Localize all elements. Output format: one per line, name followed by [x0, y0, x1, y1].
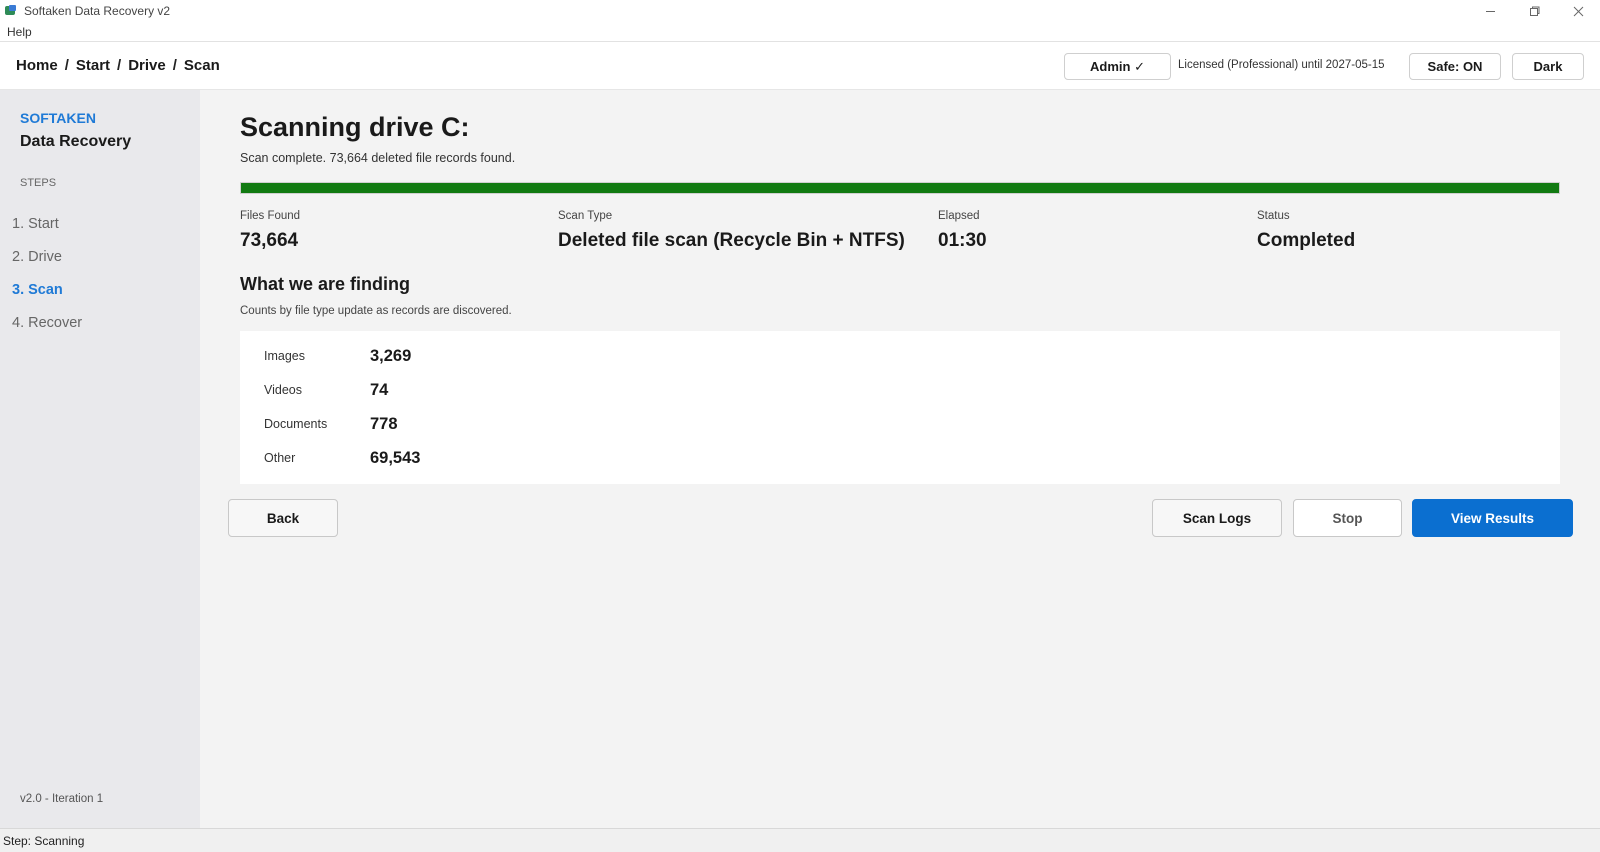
stat-status: Status Completed	[1257, 210, 1355, 252]
stat-value: Deleted file scan (Recycle Bin + NTFS)	[558, 230, 905, 251]
finding-title: What we are finding	[240, 274, 411, 294]
finding-row-other: Other 69,543	[264, 448, 420, 468]
brand-name: SOFTAKEN	[20, 110, 96, 126]
page-title: Scanning drive C:	[240, 112, 470, 142]
breadcrumb-start[interactable]: Start	[76, 57, 110, 74]
menu-help[interactable]: Help	[0, 25, 39, 39]
progress-fill	[241, 183, 1559, 193]
app-icon	[5, 5, 17, 17]
finding-row-images: Images 3,269	[264, 346, 411, 366]
scan-progress-bar	[240, 182, 1560, 194]
license-text: Licensed (Professional) until 2027-05-15	[1178, 59, 1385, 71]
status-bar: Step: Scanning	[0, 828, 1600, 852]
stat-label: Status	[1257, 210, 1290, 222]
page-subtitle: Scan complete. 73,664 deleted file recor…	[240, 151, 516, 165]
breadcrumb-separator: /	[172, 57, 177, 74]
stat-scan-type: Scan Type Deleted file scan (Recycle Bin…	[558, 210, 905, 252]
brand-product: Data Recovery	[20, 133, 132, 150]
breadcrumb-home[interactable]: Home	[16, 57, 58, 74]
breadcrumb-scan[interactable]: Scan	[184, 57, 220, 74]
finding-row-videos: Videos 74	[264, 380, 388, 400]
status-text: Step: Scanning	[3, 833, 85, 848]
step-recover[interactable]: 4. Recover	[12, 315, 82, 331]
stat-label: Scan Type	[558, 210, 613, 222]
finding-label: Documents	[264, 417, 328, 431]
finding-label: Images	[264, 349, 305, 363]
stat-value: Completed	[1257, 230, 1356, 251]
finding-value: 3,269	[370, 346, 412, 365]
close-icon[interactable]	[1556, 0, 1600, 22]
breadcrumb-drive[interactable]: Drive	[128, 57, 166, 74]
step-scan[interactable]: 3. Scan	[12, 282, 63, 298]
maximize-icon[interactable]	[1512, 0, 1556, 22]
window-controls	[1468, 0, 1600, 22]
breadcrumb: Home / Start / Drive / Scan	[16, 57, 220, 74]
admin-button[interactable]: Admin ✓	[1064, 53, 1171, 80]
window-title: Softaken Data Recovery v2	[24, 4, 171, 18]
finding-label: Videos	[264, 383, 302, 397]
stat-files-found: Files Found 73,664	[240, 210, 300, 252]
stat-value: 01:30	[938, 230, 987, 251]
breadcrumb-separator: /	[117, 57, 122, 74]
minimize-icon[interactable]	[1468, 0, 1512, 22]
stop-button[interactable]: Stop	[1293, 499, 1402, 537]
finding-value: 74	[370, 380, 389, 399]
stat-value: 73,664	[240, 230, 299, 251]
steps-heading: STEPS	[20, 177, 57, 189]
stat-label: Files Found	[240, 210, 301, 222]
title-bar: Softaken Data Recovery v2	[0, 0, 1600, 22]
stat-elapsed: Elapsed 01:30	[938, 210, 987, 252]
theme-toggle-button[interactable]: Dark	[1512, 53, 1584, 80]
finding-card: Images 3,269 Videos 74 Documents 778 Oth…	[240, 331, 1560, 484]
finding-row-documents: Documents 778	[264, 414, 398, 434]
step-drive[interactable]: 2. Drive	[12, 249, 62, 265]
finding-label: Other	[264, 451, 296, 465]
main-content: Scanning drive C: Scan complete. 73,664 …	[200, 90, 1600, 828]
scan-logs-button[interactable]: Scan Logs	[1152, 499, 1282, 537]
stat-label: Elapsed	[938, 210, 980, 222]
version-label: v2.0 - Iteration 1	[20, 793, 104, 805]
safe-mode-button[interactable]: Safe: ON	[1409, 53, 1501, 80]
finding-value: 778	[370, 414, 398, 433]
finding-value: 69,543	[370, 448, 421, 467]
step-start[interactable]: 1. Start	[12, 216, 59, 232]
sidebar: SOFTAKEN Data Recovery STEPS 1. Start 2.…	[0, 90, 200, 828]
menu-bar: Help	[0, 22, 1600, 42]
header: Home / Start / Drive / Scan Admin ✓ Lice…	[0, 42, 1600, 90]
breadcrumb-separator: /	[64, 57, 69, 74]
back-button[interactable]: Back	[228, 499, 338, 537]
view-results-button[interactable]: View Results	[1412, 499, 1573, 537]
finding-subtitle: Counts by file type update as records ar…	[240, 305, 512, 317]
